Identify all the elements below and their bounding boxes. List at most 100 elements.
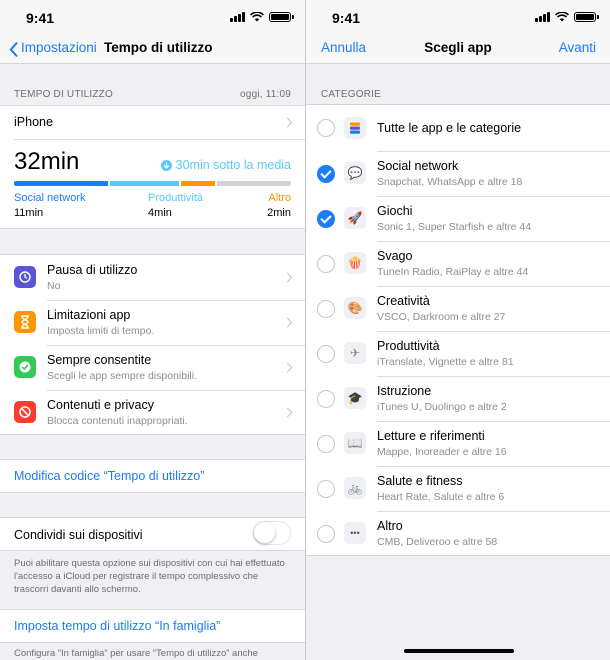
stack-icon <box>344 117 366 139</box>
option-subtitle: Scegli le app sempre disponibili. <box>47 370 197 382</box>
legend-label: Altro <box>268 192 291 204</box>
category-subtitle: iTranslate, Vignette e altre 81 <box>377 356 514 368</box>
screen-time-pane: 9:41 Impostazioni Tempo di utilizzo TEMP… <box>0 0 305 660</box>
family-link[interactable]: Imposta tempo di utilizzo “In famiglia” <box>14 619 220 633</box>
rocket-icon: 🚀 <box>344 207 366 229</box>
category-subtitle: VSCO, Darkroom e altre 27 <box>377 311 506 323</box>
usage-segment-3 <box>181 181 215 186</box>
category-subtitle: Snapchat, WhatsApp e altre 18 <box>377 176 523 188</box>
option-title: Limitazioni app <box>47 308 131 322</box>
category-row[interactable]: 🎨 Creatività VSCO, Darkroom e altre 27 <box>306 286 610 331</box>
category-subtitle: iTunes U, Duolingo e altre 2 <box>377 401 507 413</box>
category-row[interactable]: ••• Altro CMB, Deliveroo e altre 58 <box>306 511 610 556</box>
option-subtitle: No <box>47 280 61 292</box>
chevron-right-icon <box>282 407 293 418</box>
paper-plane-icon: ✈ <box>344 342 366 364</box>
share-row: Condividi sui dispositivi <box>0 517 305 551</box>
category-title: Giochi <box>377 204 413 218</box>
category-title: Produttività <box>377 339 440 353</box>
comparison-text: 30min sotto la media <box>175 158 291 172</box>
category-title: Letture e riferimenti <box>377 429 485 443</box>
option-always-allowed[interactable]: Sempre consentite Scegli le app sempre d… <box>0 345 305 390</box>
choose-apps-pane: 9:41 Annulla Scegli app Avanti CATEGORIE… <box>305 0 610 660</box>
family-row[interactable]: Imposta tempo di utilizzo “In famiglia” <box>0 609 305 643</box>
chat-bubble-heart-icon: 💬 <box>344 162 366 184</box>
share-label: Condividi sui dispositivi <box>14 528 143 542</box>
category-row[interactable]: 🎓 Istruzione iTunes U, Duolingo e altre 2 <box>306 376 610 421</box>
wifi-icon <box>555 12 569 22</box>
option-subtitle: Imposta limiti di tempo. <box>47 325 155 337</box>
category-row[interactable]: ✈ Produttività iTranslate, Vignette e altr… <box>306 331 610 376</box>
category-subtitle: Heart Rate, Salute e altre 6 <box>377 491 505 503</box>
checkbox[interactable] <box>317 390 335 408</box>
checkbox[interactable] <box>317 480 335 498</box>
option-title: Contenuti e privacy <box>47 398 155 412</box>
usage-segment-remainder <box>216 181 291 186</box>
checkbox[interactable] <box>317 435 335 453</box>
status-time: 9:41 <box>332 10 361 26</box>
legend-time: 2min <box>267 207 291 219</box>
category-row[interactable]: 🚲 Salute e fitness Heart Rate, Salute e al… <box>306 466 610 511</box>
ellipsis-icon: ••• <box>344 522 366 544</box>
category-row[interactable]: 🚀 Giochi Sonic 1, Super Starfish e altre 4… <box>306 196 610 241</box>
total-usage: 32min <box>14 148 80 175</box>
bicycle-icon: 🚲 <box>344 477 366 499</box>
category-subtitle: Sonic 1, Super Starfish e altre 44 <box>377 221 532 233</box>
checkbox[interactable] <box>317 119 335 137</box>
change-code-link[interactable]: Modifica codice “Tempo di utilizzo” <box>14 469 204 483</box>
checkbox[interactable] <box>317 525 335 543</box>
category-row[interactable]: 💬 Social network Snapchat, WhatsApp e altr… <box>306 151 610 196</box>
option-title: Sempre consentite <box>47 353 152 367</box>
popcorn-icon: 🍿 <box>344 252 366 274</box>
no-entry-icon <box>14 401 36 423</box>
checkbox[interactable] <box>317 210 335 228</box>
option-subtitle: Blocca contenuti inappropriati. <box>47 415 188 427</box>
toggle-knob <box>254 522 275 543</box>
category-row[interactable]: 🍿 Svago TuneIn Radio, RaiPlay e altre 44 <box>306 241 610 286</box>
nav-bar: Impostazioni Tempo di utilizzo <box>0 34 305 64</box>
status-time: 9:41 <box>26 10 55 26</box>
checkbox[interactable] <box>317 300 335 318</box>
comparison: 30min sotto la media <box>160 158 291 172</box>
checkbox[interactable] <box>317 255 335 273</box>
option-downtime[interactable]: Pausa di utilizzo No <box>0 255 305 300</box>
share-footnote: Puoi abilitare questa opzione sui dispos… <box>14 558 285 595</box>
option-title: Pausa di utilizzo <box>47 263 138 277</box>
legend-label: Social network <box>14 192 86 204</box>
usage-section-title: TEMPO DI UTILIZZO <box>14 89 113 100</box>
checkmark-badge-icon <box>14 356 36 378</box>
divider <box>14 139 305 140</box>
back-button[interactable]: Impostazioni <box>21 40 97 55</box>
category-title: Altro <box>377 519 403 533</box>
status-bar: 9:41 <box>0 0 305 34</box>
chevron-right-icon <box>282 117 293 128</box>
usage-timestamp: oggi, 11:09 <box>240 89 291 100</box>
chevron-right-icon <box>282 362 293 373</box>
usage-segment-1 <box>14 181 109 186</box>
book-icon: 📖 <box>344 432 366 454</box>
wifi-icon <box>250 12 264 22</box>
family-footnote: Configura “In famiglia” per usare “Tempo… <box>14 648 258 659</box>
battery-icon <box>574 12 599 22</box>
status-bar: 9:41 <box>306 0 610 34</box>
battery-icon <box>269 12 294 22</box>
category-row[interactable]: 📖 Letture e riferimenti Mappe, Inoreader e… <box>306 421 610 466</box>
change-code-row[interactable]: Modifica codice “Tempo di utilizzo” <box>0 459 305 493</box>
checkbox[interactable] <box>317 165 335 183</box>
hourglass-moon-icon <box>14 266 36 288</box>
option-app-limits[interactable]: Limitazioni app Imposta limiti di tempo. <box>0 300 305 345</box>
signal-icon <box>535 12 550 22</box>
next-button[interactable]: Avanti <box>559 40 596 55</box>
category-title: Social network <box>377 159 459 173</box>
option-content-privacy[interactable]: Contenuti e privacy Blocca contenuti ina… <box>0 390 305 435</box>
status-icons <box>535 12 599 22</box>
chevron-left-icon[interactable] <box>9 42 18 57</box>
category-title: Salute e fitness <box>377 474 463 488</box>
device-row[interactable]: iPhone <box>0 106 305 139</box>
status-icons <box>230 12 294 22</box>
device-name: iPhone <box>14 115 53 129</box>
category-title: Svago <box>377 249 413 263</box>
all-apps-row[interactable]: Tutte le app e le categorie <box>306 105 610 151</box>
checkbox[interactable] <box>317 345 335 363</box>
share-toggle[interactable] <box>253 521 291 545</box>
